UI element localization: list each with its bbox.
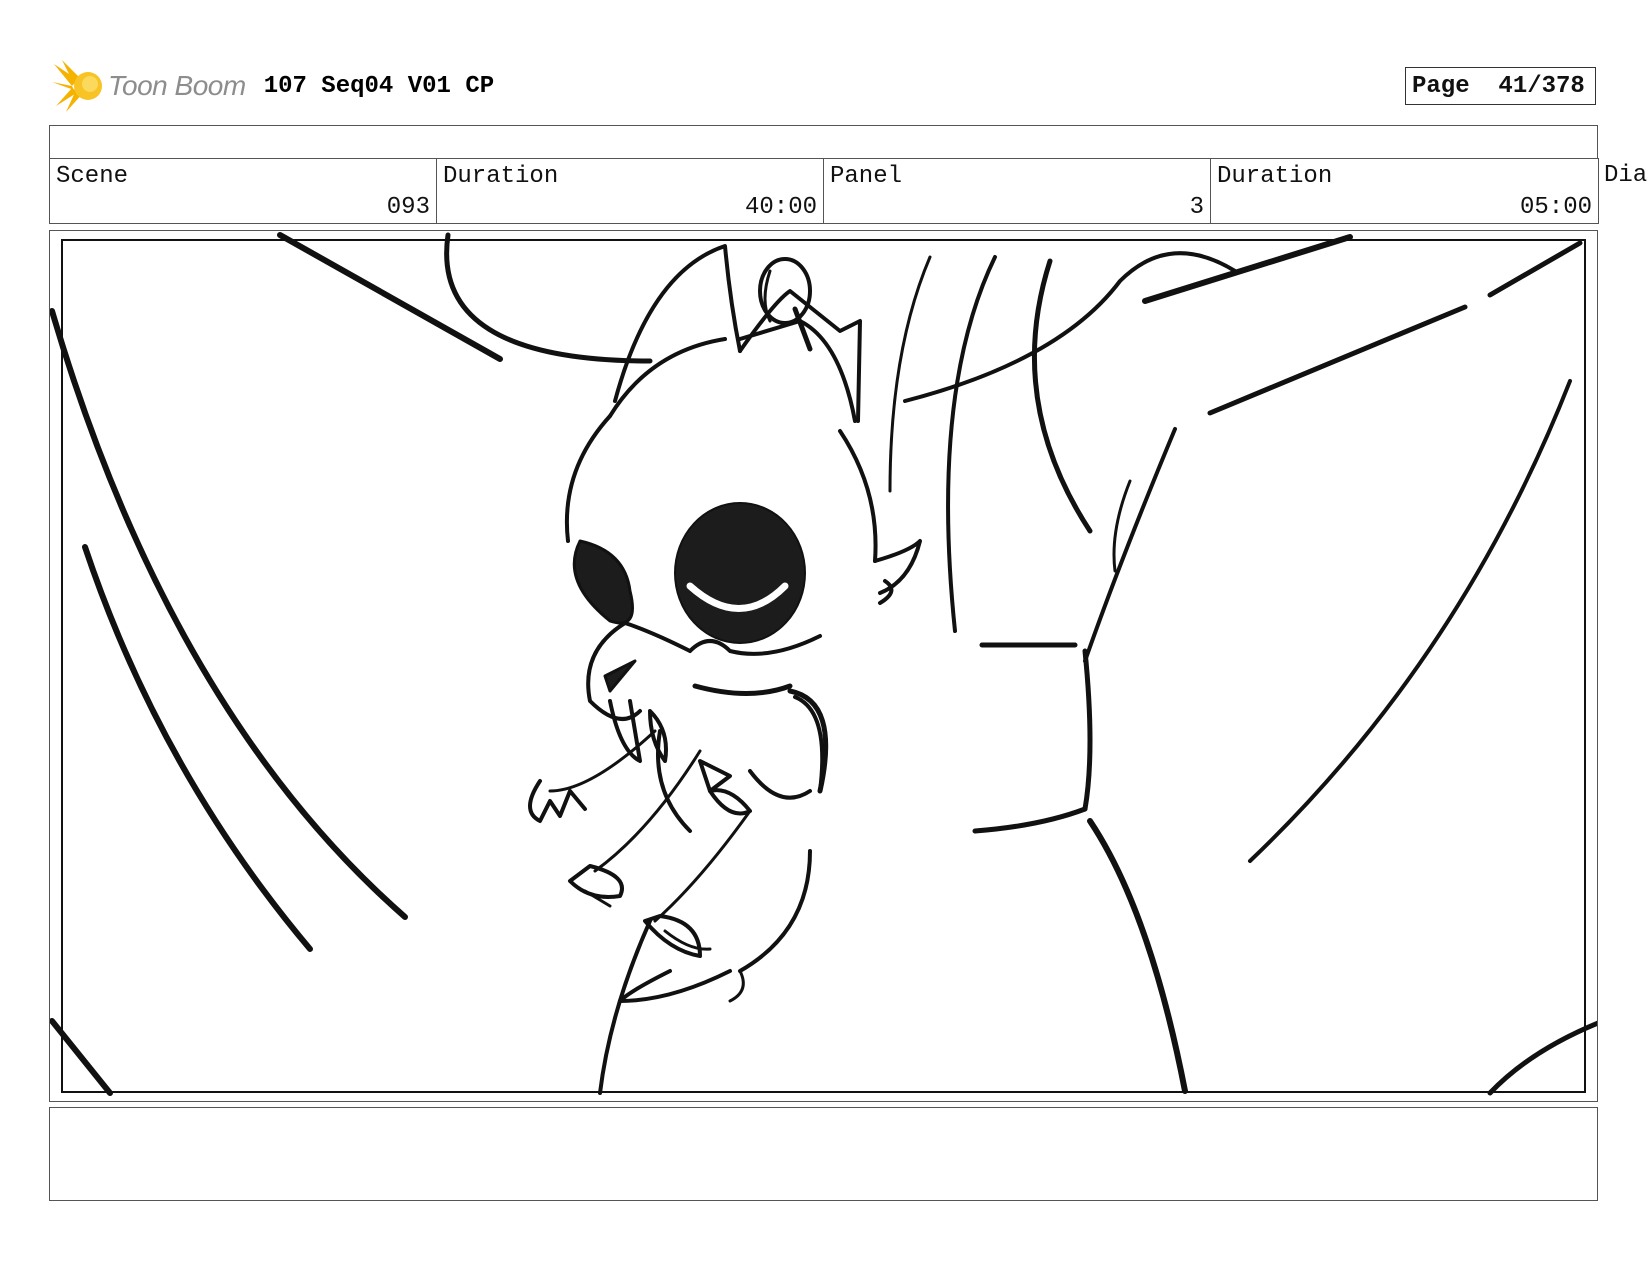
page-label: Page xyxy=(1412,72,1470,100)
document-title: 107 Seq04 V01 CP xyxy=(263,72,495,100)
panel-duration-value: 05:00 xyxy=(1519,194,1592,221)
storyboard-panel xyxy=(49,230,1598,1102)
top-strip xyxy=(49,125,1598,159)
scene-label: Scene xyxy=(56,163,129,190)
scene-duration-label: Duration xyxy=(443,163,559,190)
scene-duration-value: 40:00 xyxy=(744,194,817,221)
action-notes-box xyxy=(49,1107,1598,1201)
toon-boom-logo: Toon Boom xyxy=(52,58,246,114)
dialogue-label: Dia xyxy=(1604,162,1648,189)
sunburst-logo-icon xyxy=(52,60,102,112)
panel-duration-cell: Duration 05:00 xyxy=(1210,158,1599,224)
page-indicator: Page 41/378 xyxy=(1405,67,1596,105)
panel-value: 3 xyxy=(1189,194,1204,221)
panel-sketch xyxy=(50,232,1597,1096)
dialogue-cell: Dia xyxy=(1598,158,1648,224)
scene-cell: Scene 093 xyxy=(49,158,437,224)
scene-duration-cell: Duration 40:00 xyxy=(436,158,824,224)
page-number: 41/378 xyxy=(1498,72,1585,100)
panel-info-row: Scene 093 Duration 40:00 Panel 3 Duratio… xyxy=(49,158,1648,225)
logo-wordmark: Toon Boom xyxy=(108,70,246,101)
panel-duration-label: Duration xyxy=(1217,163,1333,190)
panel-cell: Panel 3 xyxy=(823,158,1211,224)
scene-value: 093 xyxy=(386,194,430,221)
storyboard-header: Toon Boom 107 Seq04 V01 CP xyxy=(52,56,494,116)
panel-label: Panel xyxy=(830,163,903,190)
